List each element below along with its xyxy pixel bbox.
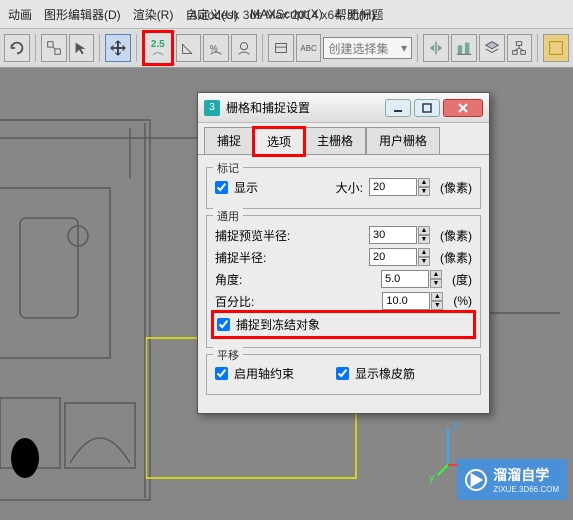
percent-label: 百分比: [215, 293, 291, 310]
named-set-icon[interactable] [268, 34, 294, 62]
legend-translate: 平移 [213, 347, 243, 363]
display-checkbox[interactable] [215, 181, 228, 194]
play-icon [465, 469, 487, 491]
snap-radius-label: 捕捉半径: [215, 249, 291, 266]
down-arrow-icon[interactable]: ▼ [418, 187, 430, 196]
angle-snap-icon[interactable] [176, 34, 202, 62]
group-general: 通用 捕捉预览半径: ▲▼ (像素) 捕捉半径: ▲▼ (像素) [206, 215, 481, 348]
dialog-tabs: 捕捉 选项 主栅格 用户栅格 [198, 123, 489, 154]
snap-label: 2.5 [151, 39, 165, 50]
watermark: 溜溜自学 ZIXUE.3D66.COM [457, 459, 567, 500]
axis-constraint-checkbox[interactable] [215, 367, 228, 380]
dialog-body: 标记 显示 大小: ▲▼ (像素) 通用 捕捉预览半径: ▲▼ [198, 154, 489, 413]
layers-icon[interactable] [479, 34, 505, 62]
size-spinner[interactable]: ▲▼ [369, 178, 430, 196]
group-marker: 标记 显示 大小: ▲▼ (像素) [206, 167, 481, 209]
app-title: Autodesk 3ds Max 2014 x64 无标题 [189, 6, 383, 23]
app-icon: 3 [204, 100, 220, 116]
maximize-button[interactable] [414, 99, 440, 117]
preview-radius-input[interactable] [369, 226, 417, 244]
legend-marker: 标记 [213, 160, 243, 176]
rubber-band-checkbox[interactable] [336, 367, 349, 380]
tab-snap[interactable]: 捕捉 [204, 127, 254, 154]
main-toolbar: 2.5 % ABC 创建选择集 ▾ [0, 28, 573, 68]
mirror-icon[interactable] [423, 34, 449, 62]
angle-input[interactable] [381, 270, 429, 288]
tab-user-grid[interactable]: 用户栅格 [366, 127, 440, 154]
angle-spinner[interactable]: ▲▼ [381, 270, 442, 288]
spinner-snap-icon[interactable] [231, 34, 257, 62]
percent-input[interactable] [382, 292, 430, 310]
display-label: 显示 [234, 179, 258, 196]
preview-radius-unit: (像素) [440, 227, 472, 244]
minimize-button[interactable] [385, 99, 411, 117]
size-input[interactable] [369, 178, 417, 196]
menu-render[interactable]: 渲染(R) [133, 6, 174, 23]
chevron-down-icon: ▾ [401, 41, 407, 55]
schematic-icon[interactable] [507, 34, 533, 62]
close-button[interactable] [443, 99, 483, 117]
tool-move-icon[interactable] [105, 34, 131, 62]
curve-editor-icon[interactable] [543, 34, 569, 62]
tab-home-grid[interactable]: 主栅格 [304, 127, 366, 154]
snap-frozen-checkbox[interactable] [217, 318, 230, 331]
menubar: 动画 图形编辑器(D) 渲染(R) 自定义(U) MAXScript(X) 帮助… [0, 0, 573, 28]
tab-options[interactable]: 选项 [254, 128, 304, 155]
create-set-label: 创建选择集 [328, 40, 388, 57]
create-selection-set-dropdown[interactable]: 创建选择集 ▾ [323, 37, 412, 59]
snap-radius-unit: (像素) [440, 249, 472, 266]
preview-radius-label: 捕捉预览半径: [215, 227, 291, 244]
align-icon[interactable] [451, 34, 477, 62]
preview-radius-spinner[interactable]: ▲▼ [369, 226, 430, 244]
snap-radius-input[interactable] [369, 248, 417, 266]
size-unit: (像素) [440, 179, 472, 196]
angle-label: 角度: [215, 271, 291, 288]
size-label: 大小: [336, 179, 363, 196]
axis-constraint-label: 启用轴约束 [234, 365, 294, 382]
snap-frozen-label: 捕捉到冻结对象 [236, 316, 320, 333]
tool-link-icon[interactable] [41, 34, 67, 62]
percent-unit: (%) [453, 294, 472, 308]
up-arrow-icon[interactable]: ▲ [418, 178, 430, 187]
dialog-titlebar[interactable]: 3 栅格和捕捉设置 [198, 93, 489, 123]
rubber-band-label: 显示橡皮筋 [355, 365, 415, 382]
angle-unit: (度) [452, 271, 472, 288]
menu-anim[interactable]: 动画 [8, 6, 32, 23]
dialog-title: 栅格和捕捉设置 [226, 99, 310, 116]
percent-spinner[interactable]: ▲▼ [382, 292, 443, 310]
tool-undo-icon[interactable] [4, 34, 30, 62]
snap-radius-spinner[interactable]: ▲▼ [369, 248, 430, 266]
snap-toggle-button[interactable]: 2.5 [142, 30, 174, 66]
percent-snap-icon[interactable]: % [203, 34, 229, 62]
legend-general: 通用 [213, 208, 243, 224]
group-translate: 平移 启用轴约束 显示橡皮筋 [206, 354, 481, 395]
abc-icon[interactable]: ABC [296, 34, 322, 62]
grid-snap-settings-dialog: 3 栅格和捕捉设置 捕捉 选项 主栅格 用户栅格 标记 显示 大小: ▲▼ (像… [197, 92, 490, 414]
tool-select-icon[interactable] [69, 34, 95, 62]
menu-graph[interactable]: 图形编辑器(D) [44, 6, 121, 23]
